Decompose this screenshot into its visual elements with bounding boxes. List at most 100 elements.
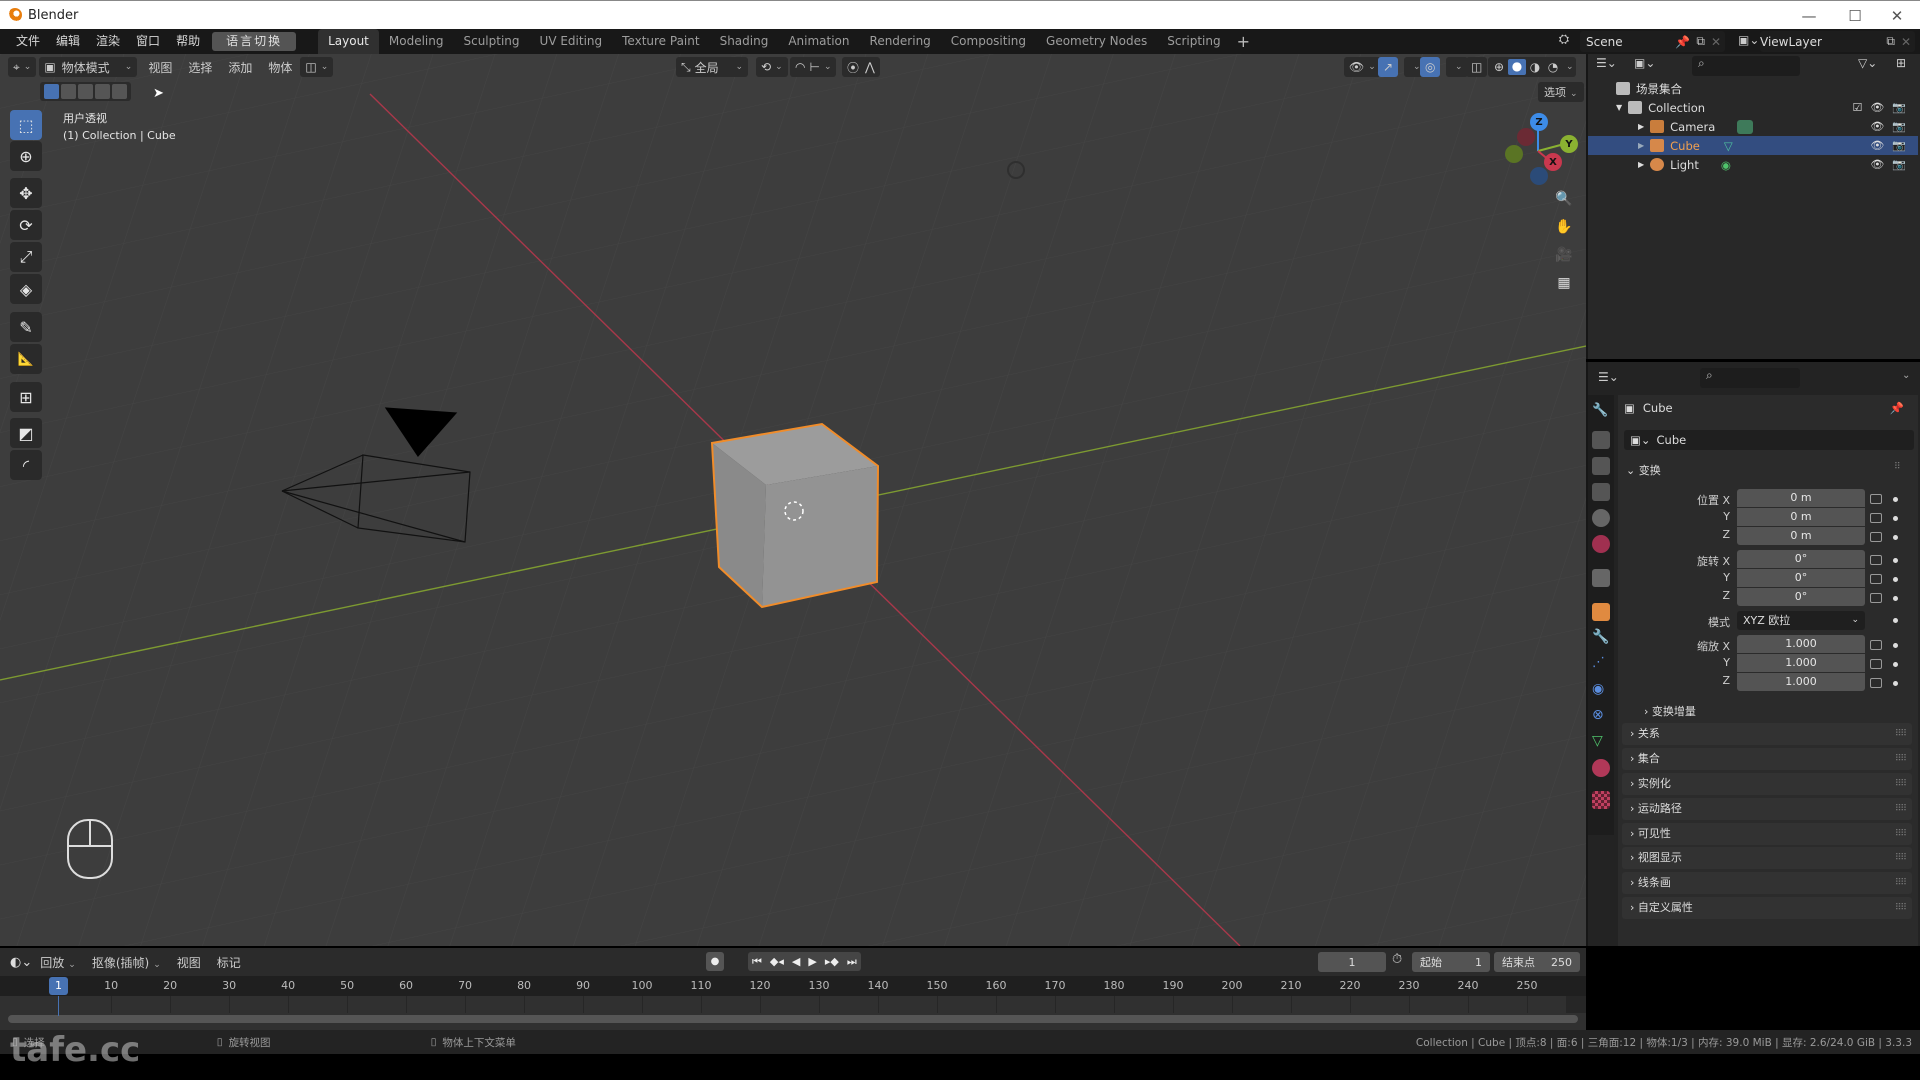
select-intersect-mode[interactable] bbox=[112, 84, 127, 99]
expand-arrow-icon[interactable]: ▶ bbox=[1638, 141, 1644, 150]
lock-icon[interactable] bbox=[1870, 555, 1882, 565]
scale-y-field[interactable]: 1.000 bbox=[1737, 654, 1865, 672]
lock-icon[interactable] bbox=[1870, 593, 1882, 603]
physics-tab-icon[interactable]: ◉ bbox=[1592, 681, 1610, 699]
expand-arrow-icon[interactable]: ▶ bbox=[1638, 160, 1644, 169]
render-camera-icon[interactable]: 📷 bbox=[1892, 139, 1906, 152]
panel-viewport-display[interactable]: › 视图显示 ⠿⠿ bbox=[1622, 847, 1912, 869]
gizmo-neg-x-axis[interactable] bbox=[1517, 128, 1535, 146]
shading-dropdown-icon[interactable]: ⌄ bbox=[1566, 62, 1574, 72]
timeline-track[interactable] bbox=[0, 996, 1586, 1013]
tool-select-box[interactable]: ⬚ bbox=[10, 110, 42, 140]
outliner-filter-mode[interactable]: ▣⌄ bbox=[1634, 56, 1664, 76]
snap-toggle[interactable]: ◠ ⊢ ⌄ bbox=[790, 57, 837, 77]
tool-rotate[interactable]: ⟳ bbox=[10, 210, 42, 240]
rotation-x-field[interactable]: 0° bbox=[1737, 550, 1865, 568]
prev-keyframe-icon[interactable]: ◆◂ bbox=[770, 955, 784, 968]
rotation-y-field[interactable]: 0° bbox=[1737, 569, 1865, 587]
constraints-tab-icon[interactable]: ⊗ bbox=[1592, 707, 1610, 725]
tab-sculpting[interactable]: Sculpting bbox=[453, 29, 529, 54]
transform-panel-header[interactable]: ⌄ 变换 bbox=[1626, 462, 1661, 478]
outliner-filter-icon[interactable]: ▽⌄ bbox=[1858, 56, 1877, 70]
visibility-dropdown[interactable]: 👁 ⌄ bbox=[1344, 57, 1381, 77]
lock-icon[interactable] bbox=[1870, 532, 1882, 542]
keyframe-dot-icon[interactable] bbox=[1893, 497, 1898, 502]
output-tab-icon[interactable] bbox=[1592, 457, 1610, 475]
jump-start-icon[interactable]: ⏮ bbox=[752, 955, 762, 969]
tab-texture-paint[interactable]: Texture Paint bbox=[612, 29, 709, 54]
tool-annotate[interactable]: ✎ bbox=[10, 312, 42, 342]
collection-tab-icon[interactable] bbox=[1592, 569, 1610, 587]
select-subtract-mode[interactable] bbox=[78, 84, 93, 99]
3d-viewport[interactable] bbox=[0, 54, 1586, 946]
location-y-field[interactable]: 0 m bbox=[1737, 508, 1865, 526]
mode-dropdown[interactable]: ▣ 物体模式 ⌄ bbox=[39, 57, 138, 77]
drag-grip-icon[interactable]: ⠿⠿ bbox=[1895, 798, 1907, 820]
tab-rendering[interactable]: Rendering bbox=[860, 29, 941, 54]
pan-view-button[interactable]: ✋ bbox=[1550, 214, 1578, 240]
panel-visibility[interactable]: › 可见性 ⠿⠿ bbox=[1622, 823, 1912, 845]
lock-icon[interactable] bbox=[1870, 640, 1882, 650]
playhead-frame-indicator[interactable]: 1 bbox=[49, 977, 68, 995]
collection-row[interactable]: ▼ Collection ☑ 👁 📷 bbox=[1588, 98, 1918, 117]
play-icon[interactable]: ▶ bbox=[808, 955, 816, 968]
jump-end-icon[interactable]: ⏭ bbox=[847, 955, 857, 969]
pin-icon[interactable]: 📌 bbox=[1890, 401, 1904, 415]
snap-menu-button[interactable]: ◫ ⌄ bbox=[300, 57, 334, 77]
object-browse-icon[interactable]: ▣⌄ bbox=[1630, 433, 1651, 447]
outliner-display-mode[interactable]: ☰⌄ bbox=[1596, 56, 1626, 76]
menu-add[interactable]: 添加 bbox=[220, 59, 260, 76]
world-tab-icon[interactable] bbox=[1592, 535, 1610, 553]
tab-shading[interactable]: Shading bbox=[710, 29, 779, 54]
lock-icon[interactable] bbox=[1870, 513, 1882, 523]
panel-relations[interactable]: › 关系 ⠿⠿ bbox=[1622, 723, 1912, 745]
new-collection-icon[interactable]: ⊞ bbox=[1896, 56, 1906, 70]
drag-grip-icon[interactable]: ⠿⠿ bbox=[1895, 897, 1907, 919]
tool-bevel[interactable]: ◜ bbox=[10, 450, 42, 480]
gizmo-neg-z-axis[interactable] bbox=[1530, 167, 1548, 185]
delete-scene-icon[interactable]: ✕ bbox=[1711, 35, 1721, 49]
record-button[interactable]: ● bbox=[706, 952, 724, 971]
viewlayer-icon[interactable]: ▣⌄ bbox=[1738, 33, 1759, 47]
scene-selector[interactable]: Scene 📌 ⧉ ✕ bbox=[1580, 31, 1725, 52]
gizmo-toggle[interactable]: ↗ bbox=[1378, 57, 1399, 77]
tool-transform[interactable]: ◈ bbox=[10, 274, 42, 304]
keyframe-dot-icon[interactable] bbox=[1893, 577, 1898, 582]
gizmo-y-axis[interactable]: Y bbox=[1560, 135, 1578, 153]
tool-cursor[interactable]: ⊕ bbox=[10, 141, 42, 171]
language-switch-button[interactable]: 语言切换 bbox=[212, 32, 297, 51]
new-scene-icon[interactable]: ⧉ bbox=[1696, 34, 1705, 49]
expand-arrow-icon[interactable]: ▶ bbox=[1638, 122, 1644, 131]
rotation-mode-dropdown[interactable]: XYZ 欧拉 ⌄ bbox=[1737, 611, 1865, 630]
outliner-item-cube[interactable]: ▶ Cube ▽ 👁 📷 bbox=[1588, 136, 1918, 155]
wireframe-shading-icon[interactable]: ⊕ bbox=[1490, 60, 1508, 74]
outliner-item-light[interactable]: ▶ Light ◉ 👁 📷 bbox=[1588, 155, 1918, 174]
menu-select[interactable]: 选择 bbox=[180, 59, 220, 76]
scene-icon[interactable]: ⛭ bbox=[1552, 32, 1576, 52]
new-viewlayer-icon[interactable]: ⧉ bbox=[1886, 34, 1895, 49]
maximize-button[interactable]: ☐ bbox=[1832, 1, 1878, 30]
tab-compositing[interactable]: Compositing bbox=[941, 29, 1036, 54]
overlay-toggle[interactable]: ◎ bbox=[1420, 57, 1441, 77]
gizmo-neg-y-axis[interactable] bbox=[1505, 145, 1523, 163]
object-datablock-field[interactable]: ▣⌄ Cube bbox=[1624, 430, 1914, 450]
keyframe-dot-icon[interactable] bbox=[1893, 681, 1898, 686]
menu-window[interactable]: 窗口 bbox=[128, 29, 168, 54]
panel-custom-properties[interactable]: › 自定义属性 ⠿⠿ bbox=[1622, 897, 1912, 919]
menu-playback[interactable]: 回放 ⌄ bbox=[32, 954, 84, 971]
tab-modeling[interactable]: Modeling bbox=[379, 29, 454, 54]
drag-grip-icon[interactable]: ⠿⠿ bbox=[1895, 748, 1907, 770]
scale-x-field[interactable]: 1.000 bbox=[1737, 635, 1865, 653]
lock-icon[interactable] bbox=[1870, 574, 1882, 584]
panel-instancing[interactable]: › 实例化 ⠿⠿ bbox=[1622, 773, 1912, 795]
lock-icon[interactable] bbox=[1870, 678, 1882, 688]
tab-uv-editing[interactable]: UV Editing bbox=[530, 29, 613, 54]
menu-view[interactable]: 视图 bbox=[140, 59, 180, 76]
tab-layout[interactable]: Layout bbox=[318, 29, 379, 54]
material-shading-icon[interactable]: ◑ bbox=[1526, 60, 1544, 74]
menu-edit[interactable]: 编辑 bbox=[48, 29, 88, 54]
options-dropdown[interactable]: 选项 ⌄ bbox=[1538, 82, 1584, 102]
render-camera-icon[interactable]: 📷 bbox=[1892, 101, 1906, 114]
menu-help[interactable]: 帮助 bbox=[168, 29, 208, 54]
start-frame-field[interactable]: 起始 1 bbox=[1412, 952, 1490, 972]
